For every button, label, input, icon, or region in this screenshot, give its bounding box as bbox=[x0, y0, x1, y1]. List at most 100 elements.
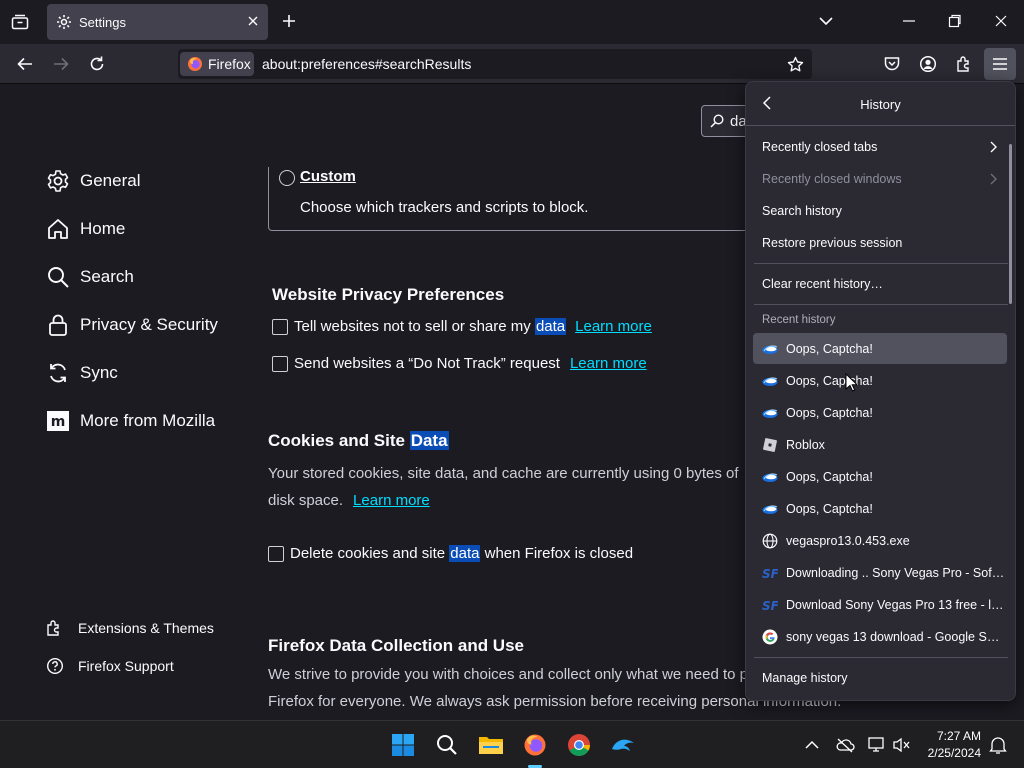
panel-scrollbar[interactable] bbox=[1009, 144, 1012, 304]
history-item[interactable]: Oops, Captcha! bbox=[753, 365, 1007, 396]
taskbar-search-icon[interactable] bbox=[433, 731, 461, 759]
search-highlight: Data bbox=[409, 431, 449, 450]
dnt-label-text: Send websites a “Do Not Track” request bbox=[294, 355, 560, 372]
firefox-support-link[interactable]: Firefox Support bbox=[46, 657, 174, 675]
dnt-checkbox[interactable] bbox=[272, 356, 288, 372]
tab-title: Settings bbox=[79, 14, 126, 30]
pocket-icon[interactable] bbox=[883, 55, 901, 73]
category-search[interactable]: Search bbox=[46, 262, 134, 292]
captcha-favicon bbox=[762, 405, 778, 421]
app-menu-button[interactable] bbox=[984, 48, 1016, 80]
history-item[interactable]: Oops, Captcha! bbox=[753, 493, 1007, 524]
reload-button[interactable] bbox=[88, 55, 106, 73]
roblox-favicon bbox=[762, 437, 778, 453]
chevron-right-icon bbox=[990, 173, 998, 185]
notifications-icon[interactable] bbox=[984, 731, 1012, 759]
search-highlight: data bbox=[534, 318, 567, 335]
category-label: Privacy & Security bbox=[80, 315, 218, 334]
category-general[interactable]: General bbox=[46, 166, 140, 196]
url-bar[interactable]: Firefox about:preferences#searchResults bbox=[178, 49, 812, 79]
list-all-tabs-icon[interactable] bbox=[818, 15, 834, 27]
url-text[interactable]: about:preferences#searchResults bbox=[262, 56, 471, 72]
identity-label: Firefox bbox=[208, 56, 251, 72]
history-item[interactable]: Oops, Captcha! bbox=[753, 397, 1007, 428]
sync-icon bbox=[46, 361, 70, 385]
category-sync[interactable]: Sync bbox=[46, 358, 118, 388]
mouse-cursor-icon bbox=[845, 373, 857, 392]
extensions-icon[interactable] bbox=[955, 55, 973, 73]
volume-muted-icon[interactable] bbox=[888, 731, 916, 759]
gpc-checkbox[interactable] bbox=[272, 319, 288, 335]
history-item-title: sony vegas 13 download - Google Sear... bbox=[786, 629, 1006, 644]
recently-closed-windows-item[interactable]: Recently closed windows bbox=[762, 165, 1002, 193]
file-explorer-icon[interactable] bbox=[477, 731, 505, 759]
history-panel-title: History bbox=[860, 97, 901, 112]
minimize-icon[interactable] bbox=[902, 13, 916, 29]
cookies-learn-more-link[interactable]: Learn more bbox=[353, 492, 430, 509]
captcha-favicon bbox=[762, 373, 778, 389]
search-history-label: Search history bbox=[762, 204, 842, 218]
category-home[interactable]: Home bbox=[46, 214, 125, 244]
tab-settings[interactable]: Settings bbox=[47, 4, 268, 40]
gpc-label-text: Tell websites not to sell or share my bbox=[294, 318, 535, 335]
new-tab-button[interactable] bbox=[281, 13, 297, 29]
chrome-icon[interactable] bbox=[565, 731, 593, 759]
firefox-taskbar-icon[interactable] bbox=[521, 731, 549, 759]
custom-label: Custom bbox=[300, 168, 356, 185]
history-item-title: Oops, Captcha! bbox=[786, 469, 873, 484]
recently-closed-tabs-item[interactable]: Recently closed tabs bbox=[762, 133, 1002, 161]
start-button[interactable] bbox=[389, 731, 417, 759]
custom-description: Choose which trackers and scripts to blo… bbox=[300, 199, 589, 216]
clear-history-label: Clear recent history… bbox=[762, 277, 883, 291]
account-icon[interactable] bbox=[919, 55, 937, 73]
history-item[interactable]: sony vegas 13 download - Google Sear... bbox=[753, 621, 1007, 652]
custom-radio[interactable] bbox=[279, 170, 295, 186]
history-item[interactable]: Roblox bbox=[753, 429, 1007, 460]
divider bbox=[754, 304, 1008, 305]
search-icon bbox=[710, 114, 724, 128]
manage-history-label: Manage history bbox=[762, 671, 848, 685]
gpc-learn-more-link[interactable]: Learn more bbox=[575, 318, 652, 335]
close-tab-icon[interactable] bbox=[247, 15, 259, 27]
clear-history-item[interactable]: Clear recent history… bbox=[762, 270, 1002, 298]
clock-date[interactable]: 2/25/2024 bbox=[928, 746, 981, 760]
extensions-themes-link[interactable]: Extensions & Themes bbox=[46, 619, 214, 637]
dolphin-app-icon[interactable] bbox=[609, 731, 637, 759]
delete-cookies-checkbox[interactable] bbox=[268, 546, 284, 562]
onedrive-icon[interactable] bbox=[831, 731, 859, 759]
chevron-right-icon bbox=[990, 141, 998, 153]
history-item[interactable]: Oops, Captcha! bbox=[753, 461, 1007, 492]
restore-session-item[interactable]: Restore previous session bbox=[762, 229, 1002, 257]
bookmark-star-icon[interactable] bbox=[787, 56, 804, 73]
recent-history-label: Recent history bbox=[762, 314, 836, 326]
captcha-favicon bbox=[762, 501, 778, 517]
divider bbox=[754, 657, 1008, 658]
history-item[interactable]: SF Downloading .. Sony Vegas Pro - Soft F… bbox=[753, 557, 1007, 588]
search-icon bbox=[46, 265, 70, 289]
clock-time[interactable]: 7:27 AM bbox=[937, 729, 981, 743]
close-window-icon[interactable] bbox=[994, 13, 1008, 29]
identity-box[interactable]: Firefox bbox=[180, 52, 254, 76]
history-item-title: Downloading .. Sony Vegas Pro - Soft F..… bbox=[786, 565, 1006, 580]
tab-overview-icon[interactable] bbox=[8, 10, 32, 34]
history-panel: History Recently closed tabs Recently cl… bbox=[745, 81, 1016, 701]
captcha-favicon bbox=[762, 469, 778, 485]
svg-text:SF: SF bbox=[762, 567, 778, 581]
restore-icon[interactable] bbox=[948, 13, 962, 29]
show-hidden-icons-icon[interactable] bbox=[798, 731, 826, 759]
category-privacy[interactable]: Privacy & Security bbox=[46, 310, 218, 340]
history-item[interactable]: Oops, Captcha! bbox=[753, 333, 1007, 364]
history-item[interactable]: SF Download Sony Vegas Pro 13 free - late… bbox=[753, 589, 1007, 620]
forward-button[interactable] bbox=[52, 55, 70, 73]
network-icon[interactable] bbox=[863, 731, 891, 759]
delete-cookies-text: Delete cookies and site bbox=[290, 545, 450, 562]
category-label: Home bbox=[80, 219, 126, 238]
dnt-learn-more-link[interactable]: Learn more bbox=[570, 355, 647, 372]
history-item[interactable]: vegaspro13.0.453.exe bbox=[753, 525, 1007, 556]
back-button[interactable] bbox=[16, 55, 34, 73]
globe-icon bbox=[762, 533, 778, 549]
category-more-from-mozilla[interactable]: m More from Mozilla bbox=[46, 406, 215, 436]
category-label: Sync bbox=[80, 363, 118, 382]
search-history-item[interactable]: Search history bbox=[762, 197, 1002, 225]
manage-history-item[interactable]: Manage history bbox=[762, 664, 1002, 692]
